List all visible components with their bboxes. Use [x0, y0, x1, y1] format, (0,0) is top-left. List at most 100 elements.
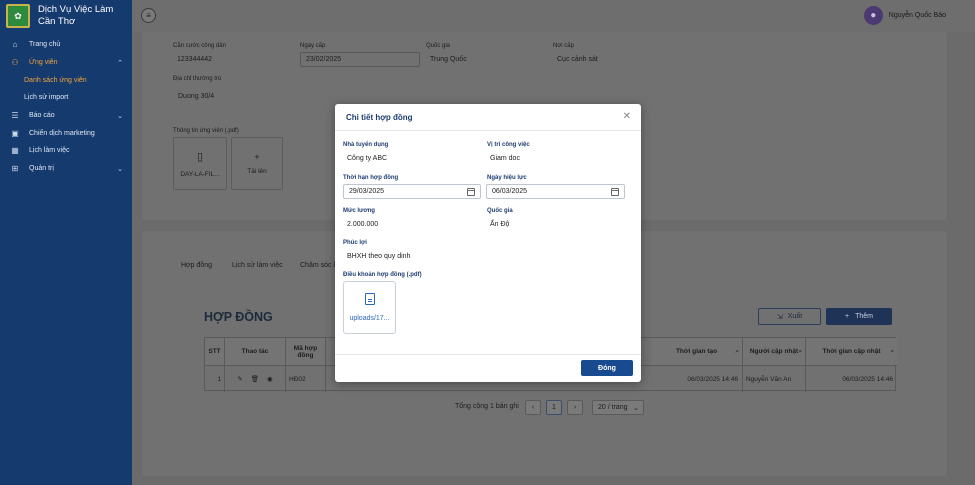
- sidebar-item-label: Lịch sử import: [24, 94, 69, 102]
- plus-icon: +: [845, 313, 850, 320]
- term-date-field[interactable]: 29/03/2025: [343, 184, 481, 199]
- sidebar-item-marketing[interactable]: ▣ Chiến dịch marketing: [0, 124, 132, 142]
- grid-icon: ⊞: [11, 164, 19, 174]
- export-label: Xuất: [787, 313, 803, 320]
- sidebar-item-admin[interactable]: ⊞ Quản trị ⌄: [0, 160, 132, 178]
- sidebar-item-import-history[interactable]: Lịch sử import: [0, 89, 132, 107]
- search-icon[interactable]: ⌕: [735, 348, 739, 356]
- close-button[interactable]: Đóng: [581, 360, 633, 376]
- brand-name-line1: Dịch Vụ Việc Làm: [38, 4, 114, 15]
- sidebar: ✿ Dịch Vụ Việc Làm Cần Thơ ⌂ Trang chủ ⚇…: [0, 0, 132, 485]
- column-header-stt: STT: [205, 338, 225, 366]
- sidebar-item-label: Lịch làm việc: [29, 147, 70, 155]
- megaphone-icon: ▣: [11, 128, 19, 138]
- salary-label: Mức lương: [343, 208, 375, 214]
- country-label: Quốc gia: [487, 208, 513, 214]
- candidate-info-label: Thông tin ứng viên (.pdf): [173, 128, 239, 134]
- contract-file-name: uploads/17...: [349, 315, 390, 322]
- effective-label: Ngày hiệu lực: [487, 175, 527, 181]
- pagination-total: Tổng cộng 1 bản ghi: [455, 403, 519, 410]
- column-header-created[interactable]: Thời gian tạo ⌕: [651, 338, 743, 366]
- brand-name: Dịch Vụ Việc Làm Cần Thơ: [38, 4, 113, 28]
- term-date-value: 29/03/2025: [349, 188, 385, 195]
- brand-name-line2: Cần Thơ: [38, 16, 76, 27]
- effective-date-field[interactable]: 06/03/2025: [486, 184, 625, 199]
- user-name: Nguyễn Quốc Bảo: [888, 12, 946, 19]
- column-header-updated[interactable]: Thời gian cập nhật ⌕: [806, 338, 897, 366]
- export-icon: ⇲: [776, 313, 783, 321]
- tab-work-history[interactable]: Lịch sử làm việc: [232, 262, 283, 269]
- chevron-right-icon: ›: [573, 404, 577, 411]
- contract-file[interactable]: uploads/17...: [343, 281, 396, 334]
- calendar-icon: ▦: [11, 146, 19, 156]
- issue-date-field[interactable]: 23/02/2025: [300, 52, 420, 67]
- cell-code: HĐ02: [286, 366, 326, 392]
- prev-page-button[interactable]: ‹: [525, 400, 541, 415]
- brand: ✿ Dịch Vụ Việc Làm Cần Thơ: [0, 0, 132, 32]
- employer-label: Nhà tuyển dụng: [343, 142, 389, 148]
- view-icon[interactable]: ◉: [267, 375, 273, 383]
- column-header-code[interactable]: Mã hợp đồng: [286, 338, 326, 366]
- cell-updater: Nguyễn Văn An: [743, 366, 806, 392]
- column-header-label: Mã hợp đồng: [293, 344, 318, 359]
- nationality-label: Quốc gia: [426, 43, 451, 49]
- add-contract-button[interactable]: + Thêm: [826, 308, 892, 325]
- upload-button[interactable]: + Tải lên: [231, 137, 283, 190]
- close-icon[interactable]: ✕: [623, 111, 631, 122]
- avatar: ●: [863, 6, 883, 25]
- add-label: Thêm: [855, 313, 873, 320]
- position-label: Vị trí công việc: [487, 142, 530, 148]
- tab-care[interactable]: Chăm sóc k: [300, 262, 337, 269]
- benefits-value: BHXH theo quy dinh: [347, 253, 411, 260]
- chevron-down-icon: ⌄: [117, 165, 123, 173]
- cell-created: 06/03/2025 14:46: [651, 366, 743, 392]
- candidate-file[interactable]: ▯ DAY-LA-FIL...: [173, 137, 227, 190]
- effective-date-value: 06/03/2025: [492, 188, 528, 195]
- sidebar-item-label: Báo cáo: [29, 112, 55, 120]
- position-value: Giam doc: [490, 155, 520, 162]
- address-label: Địa chỉ thường trú: [173, 76, 222, 82]
- sidebar-item-label: Quản trị: [29, 165, 54, 173]
- chevron-down-icon: ⌄: [633, 404, 639, 412]
- chevron-up-icon: ⌃: [117, 59, 123, 67]
- tab-contracts[interactable]: Hợp đồng: [181, 262, 212, 269]
- modal-title: Chi tiết hợp đồng: [346, 113, 413, 122]
- next-page-button[interactable]: ›: [567, 400, 583, 415]
- sidebar-item-label: Trang chủ: [29, 41, 61, 49]
- employer-value: Công ty ABC: [347, 155, 388, 162]
- sidebar-item-schedule[interactable]: ▦ Lịch làm việc: [0, 142, 132, 160]
- chevron-left-icon: ‹: [531, 404, 535, 411]
- menu-toggle-button[interactable]: ≡: [141, 8, 156, 23]
- sidebar-item-candidate-list[interactable]: Danh sách ứng viên: [0, 71, 132, 89]
- search-icon[interactable]: ⌕: [798, 348, 802, 356]
- sidebar-item-label: Danh sách ứng viên: [24, 76, 87, 84]
- sidebar-item-label: Ứng viên: [29, 59, 58, 67]
- edit-icon[interactable]: ✎: [237, 375, 242, 383]
- users-icon: ⚇: [11, 58, 19, 68]
- column-header-actions: Thao tác: [225, 338, 286, 366]
- list-icon: ☰: [11, 111, 19, 121]
- issue-date-value: 23/02/2025: [306, 56, 342, 63]
- chevron-down-icon: ⌄: [117, 112, 123, 120]
- page-button-1[interactable]: 1: [546, 400, 562, 415]
- column-header-updater[interactable]: Người cập nhật ⌕: [743, 338, 806, 366]
- issue-place-label: Nơi cấp: [553, 43, 574, 49]
- column-header-label: Người cập nhật: [749, 348, 799, 355]
- issue-date-label: Ngày cấp: [300, 43, 326, 49]
- page-size-value: 20 / trang: [598, 404, 628, 411]
- delete-icon[interactable]: 🗑: [251, 375, 259, 383]
- user-menu[interactable]: ● Nguyễn Quốc Bảo: [863, 6, 946, 25]
- sidebar-item-label: Chiến dịch marketing: [29, 129, 95, 137]
- plus-icon: +: [254, 152, 260, 162]
- sidebar-item-home[interactable]: ⌂ Trang chủ: [0, 36, 132, 54]
- upload-label: Tải lên: [247, 168, 267, 175]
- export-button[interactable]: ⇲ Xuất: [758, 308, 821, 325]
- page-size-select[interactable]: 20 / trang ⌄: [592, 400, 644, 415]
- cell-updated: 06/03/2025 14:46: [842, 375, 893, 383]
- search-icon[interactable]: ⌕: [890, 348, 894, 356]
- calendar-icon: [467, 187, 475, 196]
- sidebar-item-reports[interactable]: ☰ Báo cáo ⌄: [0, 107, 132, 125]
- logo: ✿: [6, 4, 30, 28]
- sidebar-item-candidates[interactable]: ⚇ Ứng viên ⌃: [0, 54, 132, 72]
- cccd-value: 123344442: [177, 56, 213, 63]
